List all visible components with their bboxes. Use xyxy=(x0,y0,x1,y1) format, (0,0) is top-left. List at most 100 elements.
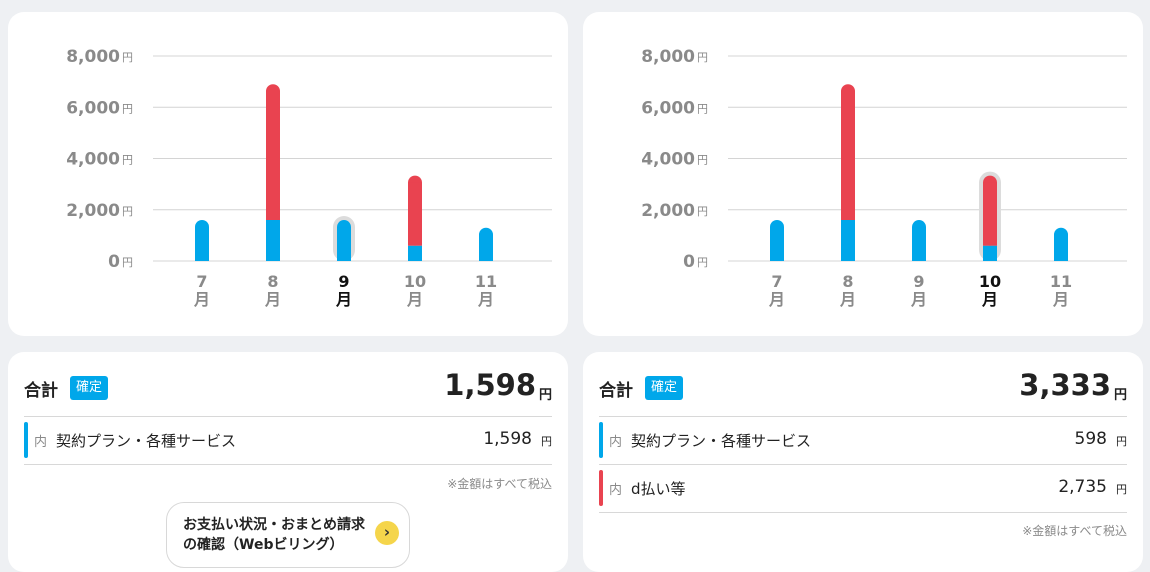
y-tick-label: 0 xyxy=(108,252,120,272)
bar-month-8[interactable] xyxy=(266,84,280,261)
bar-segment-base xyxy=(841,91,855,220)
x-tick-label-month[interactable]: 月 xyxy=(335,290,352,309)
bar-segment-base xyxy=(337,227,351,261)
y-tick-unit: 円 xyxy=(122,51,133,64)
y-tick-label: 4,000 xyxy=(641,150,695,170)
total-card-right: 合計 確定 3,333 円 内 契約プラン・各種サービス 598 円 内 d払い… xyxy=(583,352,1143,572)
bar-segment-base xyxy=(1054,234,1068,261)
y-tick-unit: 円 xyxy=(697,154,708,167)
y-tick-label: 8,000 xyxy=(641,47,695,67)
total-row: 合計 確定 1,598 円 xyxy=(24,368,552,417)
x-tick-label-month[interactable]: 月 xyxy=(981,290,998,309)
item-label: 契約プラン・各種サービス xyxy=(56,432,237,450)
bar-segment xyxy=(983,245,997,261)
bar-month-9[interactable] xyxy=(337,220,351,261)
x-tick-label-month[interactable]: 月 xyxy=(839,290,856,309)
bar-month-9[interactable] xyxy=(912,220,926,261)
x-tick-label[interactable]: 11 xyxy=(1050,272,1072,291)
y-tick-label: 8,000 xyxy=(66,47,120,67)
usage-chart-card-left: 0 円 2,000 円 4,000 円 6,000 円 8,000 円 7 月 8 月 9 月 10 月 11 月 xyxy=(8,12,568,336)
x-tick-label[interactable]: 7 xyxy=(771,272,782,291)
x-tick-label[interactable]: 11 xyxy=(475,272,497,291)
x-tick-label-month[interactable]: 月 xyxy=(193,290,210,309)
item-unit: 円 xyxy=(541,435,552,448)
y-tick-label: 4,000 xyxy=(66,150,120,170)
category-color-bar xyxy=(599,422,603,458)
item-prefix: 内 xyxy=(34,435,48,450)
tax-note: ※金額はすべて税込 xyxy=(1022,524,1127,538)
tax-note: ※金額はすべて税込 xyxy=(447,477,552,491)
y-tick-unit: 円 xyxy=(122,154,133,167)
bar-segment-base xyxy=(983,182,997,246)
x-tick-label-month[interactable]: 月 xyxy=(910,290,927,309)
y-tick-label: 2,000 xyxy=(641,201,695,221)
bar-month-10[interactable] xyxy=(983,175,997,261)
bar-segment xyxy=(841,220,855,261)
web-billing-button[interactable]: お支払い状況・おまとめ請求 の確認（Webビリング） › xyxy=(166,502,410,568)
y-tick-unit: 円 xyxy=(122,205,133,218)
usage-bar-chart-left: 0 円2,000 円4,000 円6,000 円8,000 円7月8月9月10月11月 xyxy=(66,47,552,309)
x-tick-label-month[interactable]: 月 xyxy=(768,290,785,309)
total-label: 合計 xyxy=(599,381,633,401)
bar-month-8[interactable] xyxy=(841,84,855,261)
item-amount: 598 xyxy=(1074,429,1107,449)
category-color-bar xyxy=(24,422,28,458)
total-label: 合計 xyxy=(24,381,58,401)
x-tick-label[interactable]: 8 xyxy=(842,272,853,291)
total-unit: 円 xyxy=(538,388,552,403)
item-amount: 1,598 xyxy=(483,429,532,449)
bar-segment xyxy=(408,245,422,261)
bar-segment-base xyxy=(408,182,422,246)
y-tick-unit: 円 xyxy=(697,102,708,115)
bar-month-7[interactable] xyxy=(195,220,209,261)
bar-segment-base xyxy=(479,234,493,261)
y-tick-unit: 円 xyxy=(697,256,708,269)
x-tick-label-month[interactable]: 月 xyxy=(477,290,494,309)
y-tick-unit: 円 xyxy=(697,51,708,64)
item-unit: 円 xyxy=(1116,435,1127,448)
bar-month-11[interactable] xyxy=(479,227,493,261)
chevron-right-icon: › xyxy=(375,521,399,545)
x-tick-label[interactable]: 10 xyxy=(404,272,426,291)
x-tick-label-month[interactable]: 月 xyxy=(264,290,281,309)
item-prefix: 内 xyxy=(609,435,623,450)
item-label: d払い等 xyxy=(631,480,686,498)
y-tick-unit: 円 xyxy=(122,256,133,269)
x-tick-label[interactable]: 9 xyxy=(913,272,924,291)
x-tick-label[interactable]: 7 xyxy=(196,272,207,291)
bar-month-11[interactable] xyxy=(1054,227,1068,261)
bar-segment-base xyxy=(266,91,280,220)
breakdown-row-plan: 内 契約プラン・各種サービス 1,598 円 xyxy=(24,417,552,465)
item-amount: 2,735 xyxy=(1058,477,1107,497)
total-amount: 1,598 xyxy=(444,368,536,402)
item-label: 契約プラン・各種サービス xyxy=(631,432,812,450)
item-unit: 円 xyxy=(1116,483,1127,496)
total-unit: 円 xyxy=(1113,388,1127,403)
y-tick-unit: 円 xyxy=(122,102,133,115)
bar-month-10[interactable] xyxy=(408,175,422,261)
bar-segment-base xyxy=(912,227,926,261)
item-prefix: 内 xyxy=(609,483,623,498)
category-color-bar xyxy=(599,470,603,506)
y-tick-label: 0 xyxy=(683,252,695,272)
breakdown-row-plan: 内 契約プラン・各種サービス 598 円 xyxy=(599,417,1127,465)
usage-chart-card-right: 0 円 2,000 円 4,000 円 6,000 円 8,000 円 7 月 8 月 9 月 10 月 11 月 xyxy=(583,12,1143,336)
y-tick-label: 6,000 xyxy=(641,98,695,118)
bar-segment-base xyxy=(195,227,209,261)
bar-month-7[interactable] xyxy=(770,220,784,261)
x-tick-label[interactable]: 9 xyxy=(338,272,349,291)
y-tick-label: 6,000 xyxy=(66,98,120,118)
confirmed-badge: 確定 xyxy=(645,376,684,400)
usage-bar-chart-right: 0 円2,000 円4,000 円6,000 円8,000 円7月8月9月10月11月 xyxy=(641,47,1127,309)
total-amount: 3,333 xyxy=(1019,368,1111,402)
x-tick-label-month[interactable]: 月 xyxy=(1052,290,1069,309)
total-card-left: 合計 確定 1,598 円 内 契約プラン・各種サービス 1,598 円 ※金額… xyxy=(8,352,568,572)
web-billing-button-label: お支払い状況・おまとめ請求 の確認（Webビリング） xyxy=(183,517,365,553)
y-tick-label: 2,000 xyxy=(66,201,120,221)
x-tick-label[interactable]: 10 xyxy=(979,272,1001,291)
total-row: 合計 確定 3,333 円 xyxy=(599,368,1127,417)
confirmed-badge: 確定 xyxy=(70,376,109,400)
x-tick-label[interactable]: 8 xyxy=(267,272,278,291)
x-tick-label-month[interactable]: 月 xyxy=(406,290,423,309)
breakdown-row-dpay: 内 d払い等 2,735 円 xyxy=(599,465,1127,513)
